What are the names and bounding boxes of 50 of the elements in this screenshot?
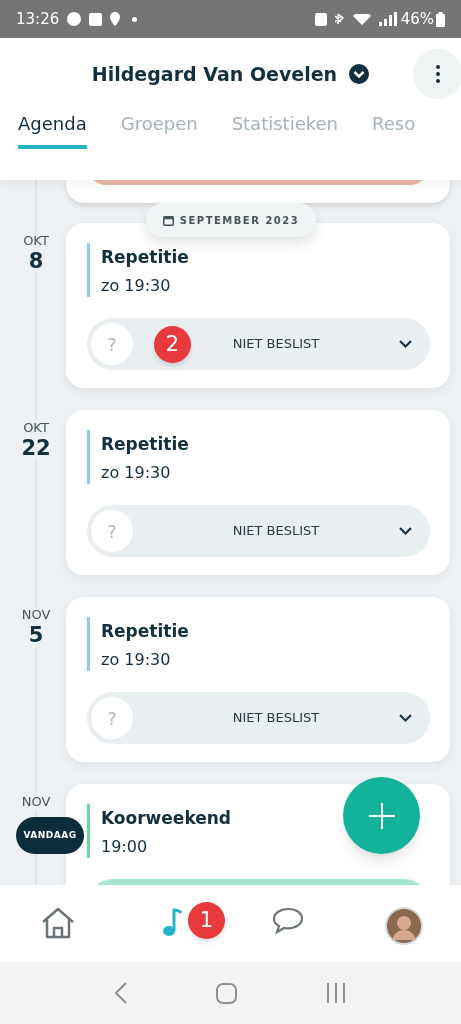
avatar[interactable] xyxy=(385,907,423,945)
event-time: zo 19:30 xyxy=(101,649,171,671)
event-title: Repetitie xyxy=(101,246,189,269)
account-name[interactable]: Hildegard Van Oevelen xyxy=(91,59,338,89)
signal-icon xyxy=(378,12,397,26)
event-month: NOV xyxy=(21,794,51,810)
today-button[interactable]: VANDAAG xyxy=(16,817,84,854)
event-day: 22 xyxy=(21,436,51,460)
tab[interactable]: Agenda xyxy=(18,110,87,149)
event-day: 8 xyxy=(28,249,44,273)
chevron-down-icon xyxy=(399,527,412,535)
event-card[interactable]: Repetitie zo 19:30 ? NIET BESLIST xyxy=(66,597,450,762)
question-mark-icon: ? xyxy=(91,697,133,739)
event-time: 19:00 xyxy=(101,836,148,858)
event-time: zo 19:30 xyxy=(101,275,171,297)
event-card[interactable]: Repetitie zo 19:30 ? NIET BESLIST xyxy=(66,410,450,575)
home-button-icon[interactable] xyxy=(216,982,237,1004)
response-dropdown[interactable]: ? NIET BESLIST xyxy=(87,692,430,744)
dot-icon xyxy=(132,16,138,22)
notification-badge: 2 xyxy=(154,326,191,363)
recent-apps-icon[interactable] xyxy=(326,983,347,1003)
battery-percentage: 46% xyxy=(400,8,434,30)
response-dropdown[interactable]: ? NIET BESLIST xyxy=(87,505,430,557)
battery-icon xyxy=(436,11,445,27)
event-month: OKT xyxy=(23,233,49,249)
location-pin-icon xyxy=(110,12,121,26)
event-month: OKT xyxy=(23,420,49,436)
plus-icon xyxy=(368,802,395,829)
response-dropdown[interactable]: ? 2 NIET BESLIST xyxy=(87,318,430,370)
question-mark-icon: ? xyxy=(91,510,133,552)
more-vertical-icon xyxy=(436,65,440,83)
event-title: Repetitie xyxy=(101,433,189,456)
chat-bubble-icon[interactable] xyxy=(272,907,304,935)
event-card[interactable]: Repetitie zo 19:30 ? 2 NIET BESLIST xyxy=(66,223,450,388)
wifi-icon xyxy=(352,13,371,25)
bluetooth-icon xyxy=(334,13,345,25)
chevron-down-icon[interactable] xyxy=(349,64,370,84)
chevron-down-icon xyxy=(399,714,412,722)
event-title: Repetitie xyxy=(101,620,189,643)
notification-badge: 1 xyxy=(188,902,225,939)
status-time: 13:26 xyxy=(16,8,60,30)
event-time: zo 19:30 xyxy=(101,462,171,484)
event-day: 5 xyxy=(28,623,44,647)
home-icon[interactable] xyxy=(41,907,75,939)
music-note-icon[interactable] xyxy=(162,907,182,937)
back-icon[interactable] xyxy=(114,982,127,1004)
event-title: Koorweekend xyxy=(101,807,232,830)
event-month: NOV xyxy=(21,607,51,623)
chevron-down-icon xyxy=(399,340,412,348)
question-mark-icon: ? xyxy=(91,323,133,365)
